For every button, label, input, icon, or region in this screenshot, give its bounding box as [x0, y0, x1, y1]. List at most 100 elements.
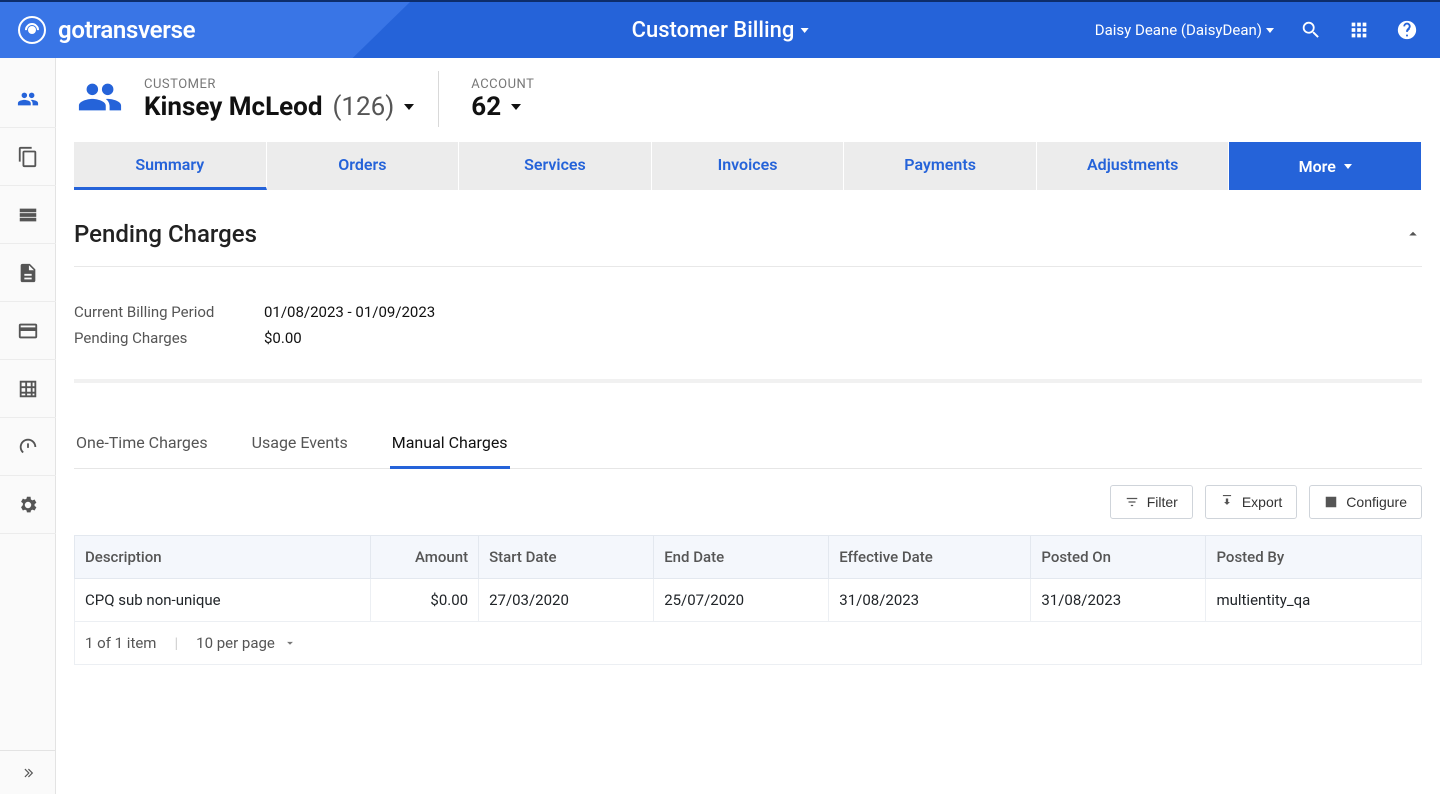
configure-label: Configure: [1346, 494, 1407, 510]
section-title: Pending Charges: [74, 220, 257, 248]
collapse-icon[interactable]: [1404, 225, 1422, 243]
dashboard-icon: [17, 436, 39, 458]
module-title: Customer Billing: [632, 18, 795, 43]
chevron-down-icon: [800, 28, 808, 33]
topbar-right: Daisy Deane (DaisyDean): [1095, 19, 1440, 41]
sidebar-item-settings[interactable]: [0, 476, 56, 534]
col-description[interactable]: Description: [75, 536, 371, 579]
tab-summary[interactable]: Summary: [74, 142, 267, 190]
account-dropdown[interactable]: 62: [471, 92, 534, 122]
tab-invoices[interactable]: Invoices: [652, 142, 845, 190]
record-header: CUSTOMER Kinsey McLeod (126) ACCOUNT 62: [56, 58, 1440, 128]
user-menu[interactable]: Daisy Deane (DaisyDean): [1095, 21, 1274, 39]
table-header-row: Description Amount Start Date End Date E…: [75, 536, 1422, 579]
charges-table: Description Amount Start Date End Date E…: [74, 535, 1422, 622]
tab-more-label: More: [1299, 157, 1336, 176]
col-amount[interactable]: Amount: [371, 536, 479, 579]
billing-period-label: Current Billing Period: [74, 303, 234, 321]
search-icon[interactable]: [1300, 19, 1322, 41]
main-content: CUSTOMER Kinsey McLeod (126) ACCOUNT 62: [56, 58, 1440, 794]
configure-button[interactable]: Configure: [1309, 485, 1422, 519]
per-page-dropdown[interactable]: 10 per page: [196, 634, 297, 652]
pending-charges-value: $0.00: [264, 329, 302, 347]
tab-services[interactable]: Services: [459, 142, 652, 190]
subtab-usage-events[interactable]: Usage Events: [250, 423, 350, 468]
account-label: ACCOUNT: [471, 77, 534, 92]
export-button[interactable]: Export: [1205, 485, 1297, 519]
col-posted-by[interactable]: Posted By: [1206, 536, 1422, 579]
grid-icon: [17, 378, 39, 400]
col-posted-on[interactable]: Posted On: [1031, 536, 1206, 579]
brand-name: gotransverse: [58, 16, 195, 44]
cell-start: 27/03/2020: [479, 579, 654, 622]
cell-description: CPQ sub non-unique: [75, 579, 371, 622]
section-header: Pending Charges: [74, 214, 1422, 267]
customer-label: CUSTOMER: [144, 77, 414, 92]
rows-icon: [17, 204, 39, 226]
customer-name: Kinsey McLeod: [144, 92, 323, 122]
brand[interactable]: gotransverse: [0, 16, 195, 44]
separator: |: [174, 634, 178, 652]
brand-logo-icon: [18, 16, 46, 44]
filter-icon: [1125, 495, 1139, 509]
document-icon: [17, 262, 39, 284]
sidebar-item-documents[interactable]: [0, 128, 56, 186]
card-icon: [17, 320, 39, 342]
col-start[interactable]: Start Date: [479, 536, 654, 579]
download-icon: [1220, 495, 1234, 509]
customer-id: (126): [333, 92, 395, 122]
export-label: Export: [1242, 494, 1282, 510]
table-toolbar: Filter Export Configure: [74, 469, 1422, 535]
col-end[interactable]: End Date: [654, 536, 829, 579]
cell-posted-by: multientity_qa: [1206, 579, 1422, 622]
charges-subtabs: One-Time Charges Usage Events Manual Cha…: [74, 423, 1422, 469]
cell-posted-on: 31/08/2023: [1031, 579, 1206, 622]
chevron-down-icon: [511, 104, 521, 110]
sidebar: [0, 58, 56, 794]
billing-period-value: 01/08/2023 - 01/09/2023: [264, 303, 435, 321]
divider: [438, 71, 439, 127]
configure-icon: [1324, 495, 1338, 509]
user-display: Daisy Deane (DaisyDean): [1095, 21, 1262, 39]
topbar: gotransverse Customer Billing Daisy Dean…: [0, 0, 1440, 58]
table-row[interactable]: CPQ sub non-unique $0.00 27/03/2020 25/0…: [75, 579, 1422, 622]
sidebar-item-invoice[interactable]: [0, 244, 56, 302]
pending-charges-label: Pending Charges: [74, 329, 234, 347]
apps-grid-icon[interactable]: [1348, 19, 1370, 41]
tab-orders[interactable]: Orders: [267, 142, 460, 190]
module-title-dropdown[interactable]: Customer Billing: [632, 18, 809, 43]
gear-icon: [17, 494, 39, 516]
tab-bar: Summary Orders Services Invoices Payment…: [74, 142, 1422, 190]
pager-summary: 1 of 1 item: [85, 634, 156, 652]
copy-icon: [17, 146, 39, 168]
chevron-down-icon: [1266, 28, 1274, 33]
sidebar-item-dashboard[interactable]: [0, 418, 56, 476]
account-number: 62: [471, 92, 501, 122]
cell-effective: 31/08/2023: [829, 579, 1031, 622]
cell-amount: $0.00: [371, 579, 479, 622]
subtab-one-time[interactable]: One-Time Charges: [74, 423, 210, 468]
sidebar-item-rows[interactable]: [0, 186, 56, 244]
sidebar-item-calc[interactable]: [0, 360, 56, 418]
per-page-label: 10 per page: [196, 634, 275, 652]
col-effective[interactable]: Effective Date: [829, 536, 1031, 579]
customer-icon: [74, 74, 126, 124]
sidebar-item-customers[interactable]: [0, 70, 56, 128]
filter-button[interactable]: Filter: [1110, 485, 1193, 519]
tab-more[interactable]: More: [1229, 142, 1422, 190]
users-icon: [17, 88, 39, 110]
chevron-double-right-icon: [21, 766, 35, 780]
cell-end: 25/07/2020: [654, 579, 829, 622]
help-icon[interactable]: [1396, 19, 1418, 41]
sidebar-item-payments[interactable]: [0, 302, 56, 360]
subtab-manual-charges[interactable]: Manual Charges: [390, 423, 510, 469]
filter-label: Filter: [1147, 494, 1178, 510]
chevron-down-icon: [404, 104, 414, 110]
customer-dropdown[interactable]: Kinsey McLeod (126): [144, 92, 414, 122]
table-pager: 1 of 1 item | 10 per page: [74, 622, 1422, 665]
chevron-down-icon: [1344, 164, 1352, 169]
chevron-down-icon: [283, 636, 297, 650]
tab-payments[interactable]: Payments: [844, 142, 1037, 190]
sidebar-expand-button[interactable]: [0, 750, 56, 794]
tab-adjustments[interactable]: Adjustments: [1037, 142, 1230, 190]
